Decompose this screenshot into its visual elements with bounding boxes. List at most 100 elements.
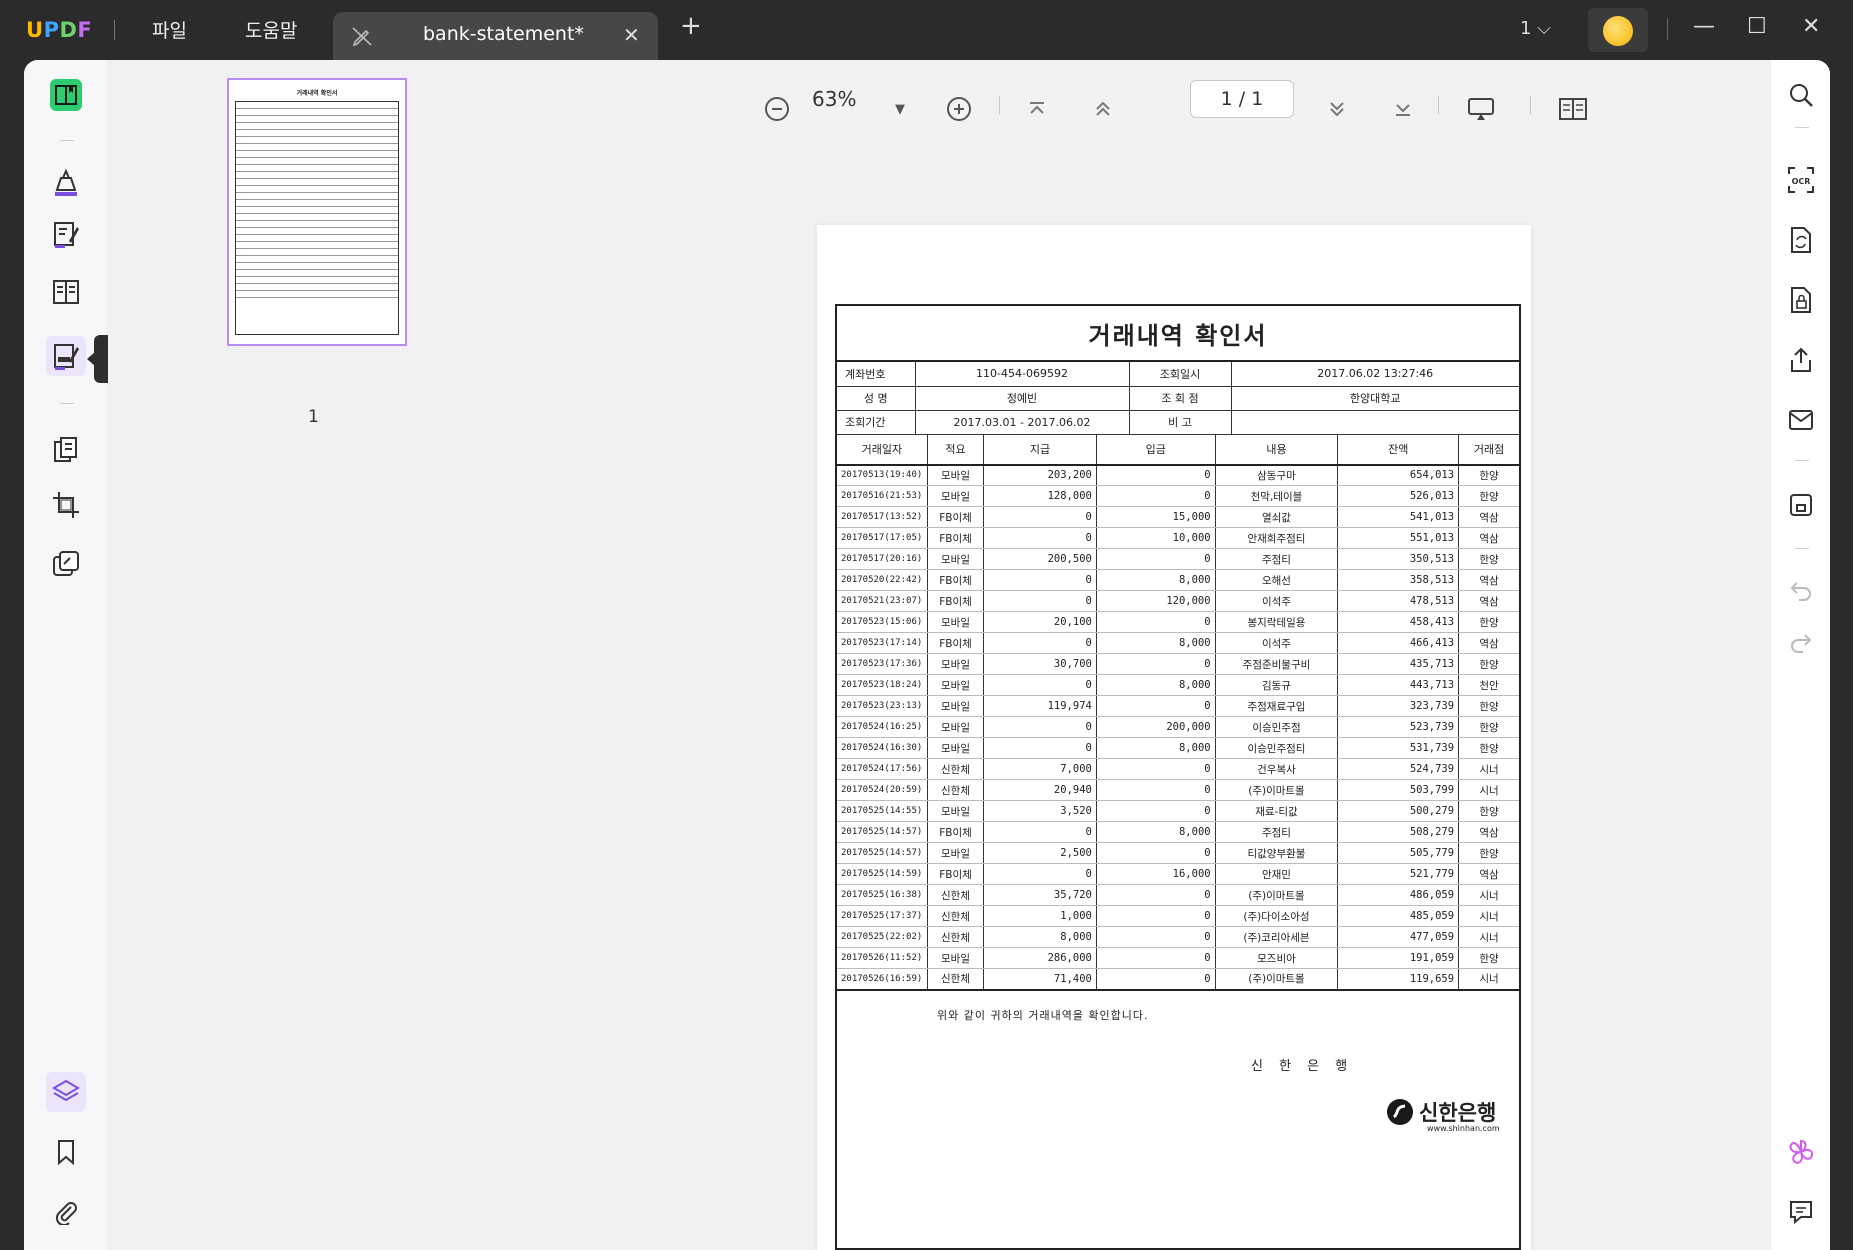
type-cell: 모바일 [927, 842, 985, 864]
type-cell: 신한체 [927, 926, 985, 948]
protect-button[interactable] [46, 544, 86, 584]
confirmation-text: 위와 같이 귀하의 거래내역을 확인합니다. [937, 1008, 1149, 1022]
column-header: 입금 [1096, 434, 1216, 466]
type-cell: 신한체 [927, 968, 985, 991]
thumbnail-title: 거래내역 확인서 [296, 90, 338, 97]
layers-button[interactable] [46, 1072, 86, 1112]
deposit-cell: 0 [1096, 926, 1216, 948]
table-row: 20170525(17:37) 신한체 1,000 0 (주)다이소아성 485,059 시… [837, 905, 1519, 927]
edit-document-icon [54, 222, 79, 248]
withdrawal-cell: 0 [983, 569, 1097, 591]
remark-value [1231, 410, 1519, 435]
zoom-level[interactable]: 63% [812, 87, 856, 111]
type-cell: FB이체 [927, 590, 985, 612]
table-row: 20170524(17:56) 신한체 7,000 0 건우복사 524,739 시너 [837, 758, 1519, 780]
window-page-selector[interactable]: 1 ⌵ [1520, 18, 1551, 39]
redo-button[interactable] [1786, 627, 1816, 657]
branch-cell: 시너 [1458, 884, 1519, 906]
comment-button[interactable] [46, 163, 86, 203]
type-cell: FB이체 [927, 527, 985, 549]
pdf-page[interactable]: 거래내역 확인서 계좌번호 110-454-069592 조회일시 2017.0… [817, 225, 1531, 1250]
balance-cell: 654,013 [1337, 464, 1460, 486]
balance-cell: 531,739 [1337, 737, 1460, 759]
slideshow-button[interactable] [1462, 90, 1500, 128]
last-page-button[interactable] [1386, 90, 1420, 128]
zoom-out-button[interactable] [758, 90, 796, 128]
email-button[interactable] [1786, 405, 1816, 435]
undo-button[interactable] [1786, 575, 1816, 605]
table-row: 20170517(20:16) 모바일 200,500 0 주점티 350,513 한양 [837, 548, 1519, 570]
page-layout-button[interactable] [1554, 90, 1592, 128]
withdrawal-cell: 0 [983, 863, 1097, 885]
menu-file[interactable]: 파일 [152, 16, 187, 43]
description-cell: 건우복사 [1215, 758, 1339, 780]
page-tools-button[interactable] [46, 272, 86, 312]
type-cell: 신한체 [927, 905, 985, 927]
user-account-button[interactable] [1588, 8, 1648, 52]
date-cell: 20170524(20:59) [837, 779, 928, 801]
page-number-input[interactable]: 1 / 1 [1190, 80, 1294, 118]
redact-button[interactable] [46, 336, 86, 376]
maximize-icon[interactable]: ☐ [1747, 14, 1767, 39]
app-logo[interactable]: UPDF [26, 18, 92, 42]
branch-cell: 시너 [1458, 968, 1519, 991]
branch-cell: 역삼 [1458, 821, 1519, 843]
attachment-button[interactable] [46, 1192, 86, 1232]
balance-cell: 119,659 [1337, 968, 1460, 991]
branch-cell: 한양 [1458, 611, 1519, 633]
edit-pdf-button[interactable] [46, 214, 86, 254]
description-cell: 모즈비아 [1215, 947, 1339, 969]
highlighter-icon [55, 168, 77, 196]
page-thumbnail[interactable]: 거래내역 확인서 [227, 78, 407, 346]
date-cell: 20170524(17:56) [837, 758, 928, 780]
menu-help[interactable]: 도움말 [245, 16, 297, 43]
column-header: 거래일자 [837, 434, 928, 466]
reader-mode-button[interactable] [46, 75, 86, 115]
deposit-cell: 0 [1096, 485, 1216, 507]
bank-logo-text: 신한은행 [1419, 1100, 1497, 1125]
previous-page-button[interactable] [1086, 90, 1120, 128]
first-page-icon [1030, 102, 1044, 114]
next-page-button[interactable] [1320, 90, 1354, 128]
ocr-button[interactable]: OCR [1786, 165, 1816, 195]
convert-button[interactable] [1786, 225, 1816, 255]
close-window-icon[interactable]: ✕ [1802, 14, 1820, 39]
toolbar-separator [60, 140, 74, 141]
crop-button[interactable] [46, 485, 86, 525]
balance-cell: 523,739 [1337, 716, 1460, 738]
share-button[interactable] [1786, 345, 1816, 375]
deposit-cell: 0 [1096, 758, 1216, 780]
organize-pages-button[interactable] [46, 430, 86, 470]
bank-url: www.shinhan.com [1427, 1123, 1500, 1133]
table-row: 20170523(23:13) 모바일 119,974 0 주점재료구입 323,739 한… [837, 695, 1519, 717]
withdrawal-cell: 128,000 [983, 485, 1097, 507]
withdrawal-cell: 0 [983, 716, 1097, 738]
comments-panel-button[interactable] [1786, 1197, 1816, 1227]
protect-document-button[interactable] [1786, 285, 1816, 315]
date-cell: 20170523(15:06) [837, 611, 928, 633]
balance-cell: 191,059 [1337, 947, 1460, 969]
date-cell: 20170523(23:13) [837, 695, 928, 717]
save-button[interactable] [1786, 490, 1816, 520]
document-tab[interactable]: bank-statement* ✕ [333, 12, 658, 60]
zoom-dropdown-icon[interactable]: ▼ [888, 90, 912, 128]
bookmark-button[interactable] [46, 1132, 86, 1172]
description-cell: 열쇠값 [1215, 506, 1339, 528]
type-cell: 모바일 [927, 674, 985, 696]
withdrawal-cell: 119,974 [983, 695, 1097, 717]
branch-cell: 한양 [1458, 548, 1519, 570]
tab-close-icon[interactable]: ✕ [623, 23, 640, 47]
date-cell: 20170524(16:30) [837, 737, 928, 759]
double-chevron-down-icon [1330, 102, 1344, 117]
first-page-button[interactable] [1020, 90, 1054, 128]
ai-assistant-button[interactable] [1786, 1137, 1816, 1167]
thumbnail-table [235, 101, 399, 335]
zoom-in-button[interactable] [940, 90, 978, 128]
mail-icon [1789, 410, 1813, 430]
table-row: 20170525(22:02) 신한체 8,000 0 (주)코리아세븐 477,059 시… [837, 926, 1519, 948]
search-button[interactable] [1786, 80, 1816, 110]
edit-off-icon [351, 25, 373, 51]
table-row: 20170517(13:52) FB이체 0 15,000 열쇠값 541,013 역삼 [837, 506, 1519, 528]
new-tab-button[interactable]: + [680, 13, 702, 39]
minimize-icon[interactable]: — [1693, 14, 1715, 39]
